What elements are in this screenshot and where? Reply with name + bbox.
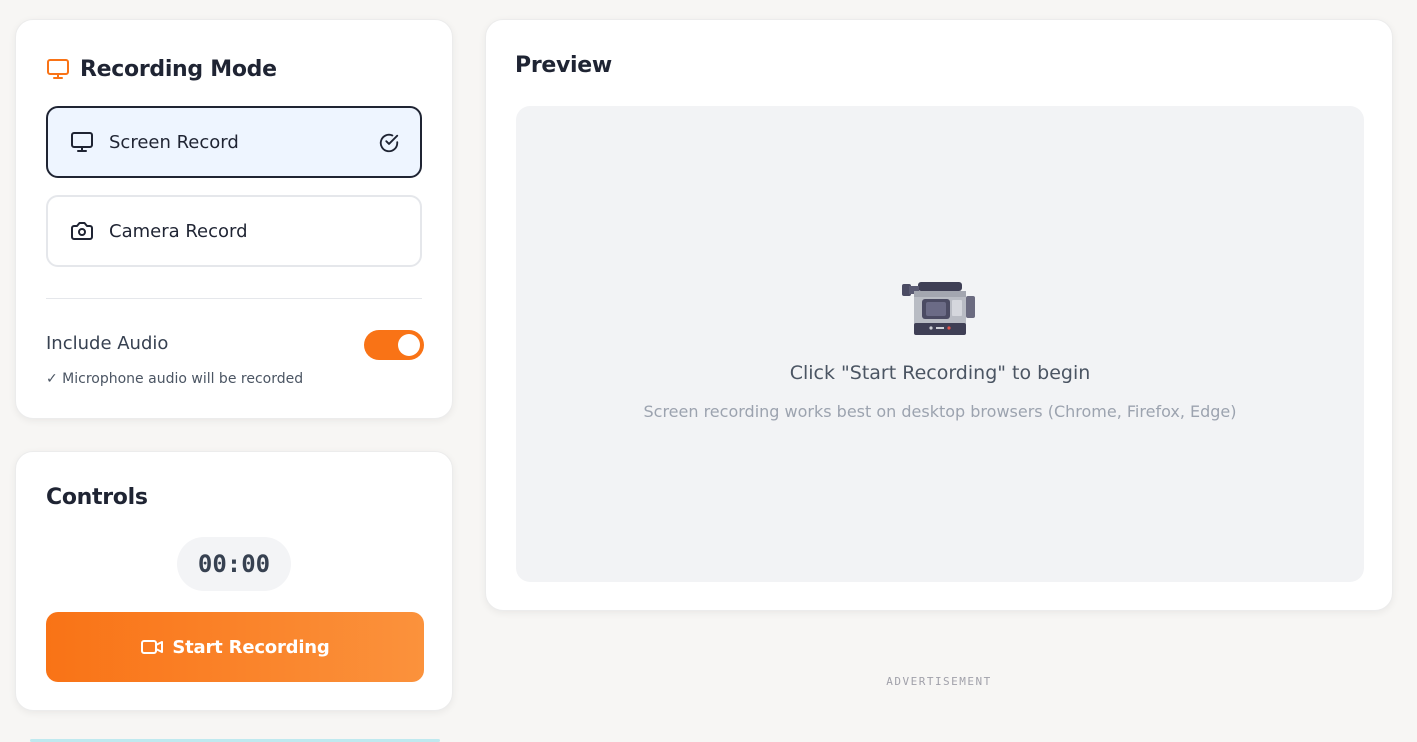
screen-record-label: Screen Record bbox=[109, 131, 239, 153]
camera-icon bbox=[68, 217, 96, 245]
controls-title: Controls bbox=[46, 485, 148, 510]
video-camera-illustration bbox=[902, 282, 975, 335]
camera-record-label: Camera Record bbox=[109, 220, 248, 242]
preview-title: Preview bbox=[515, 53, 612, 78]
include-audio-label: Include Audio bbox=[46, 333, 169, 354]
start-recording-button[interactable]: Start Recording bbox=[46, 612, 424, 682]
divider bbox=[46, 298, 422, 299]
check-circle-icon bbox=[378, 132, 400, 154]
start-recording-label: Start Recording bbox=[172, 636, 330, 658]
preview-area: Click "Start Recording" to begin Screen … bbox=[516, 106, 1364, 582]
camera-record-option[interactable]: Camera Record bbox=[46, 195, 422, 267]
recording-mode-header: Recording Mode bbox=[46, 54, 277, 84]
video-camera-icon bbox=[140, 635, 164, 659]
screen-record-option[interactable]: Screen Record bbox=[46, 106, 422, 178]
include-audio-toggle[interactable] bbox=[364, 330, 424, 360]
microphone-note: ✓ Microphone audio will be recorded bbox=[46, 371, 304, 387]
advertisement-label: ADVERTISEMENT bbox=[886, 675, 992, 688]
preview-browser-note: Screen recording works best on desktop b… bbox=[643, 402, 1237, 421]
toggle-knob bbox=[398, 334, 420, 356]
controls-card: Controls 00:00 Start Recording bbox=[15, 451, 453, 711]
preview-card: Preview Click "Start Recording" to begin… bbox=[485, 19, 1393, 611]
monitor-icon bbox=[68, 128, 96, 156]
preview-instruction: Click "Start Recording" to begin bbox=[789, 362, 1091, 384]
recording-timer: 00:00 bbox=[177, 537, 291, 591]
monitor-icon bbox=[46, 57, 70, 81]
recording-mode-title: Recording Mode bbox=[80, 56, 277, 82]
recording-mode-card: Recording Mode Screen Record Camera Reco… bbox=[15, 19, 453, 419]
